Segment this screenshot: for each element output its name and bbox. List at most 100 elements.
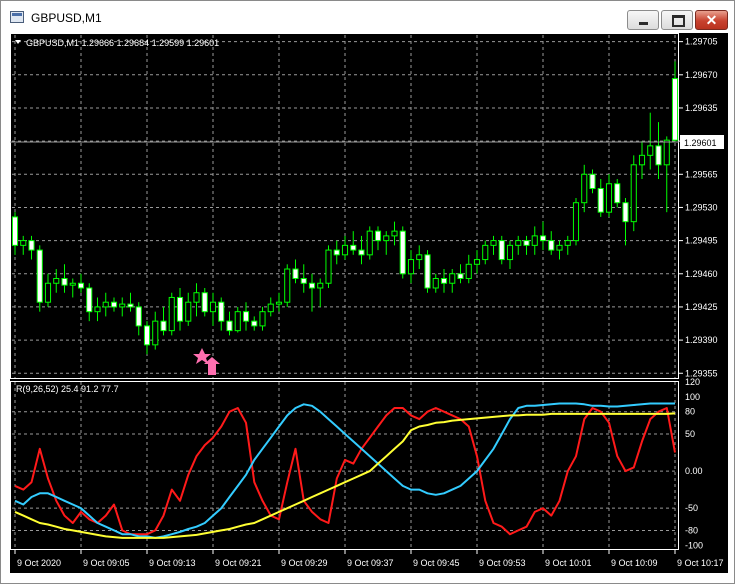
indicator-level-label: 80 <box>685 407 695 417</box>
candle <box>399 226 406 279</box>
bear-candle-body <box>36 249 43 303</box>
time-label: 9 Oct 09:13 <box>149 558 196 568</box>
bull-candle-body <box>465 263 472 280</box>
bear-candle-body <box>399 230 406 275</box>
bull-candle-body <box>44 282 52 303</box>
bear-candle-body <box>333 249 340 256</box>
bear-candle-body <box>589 173 596 189</box>
bear-candle-body <box>218 301 225 322</box>
current-price-label: 1.29601 <box>684 138 717 148</box>
bull-candle-body <box>341 244 349 256</box>
minimize-button[interactable] <box>627 10 659 30</box>
candle <box>572 197 580 246</box>
bull-candle-body <box>53 278 60 284</box>
candle <box>630 155 637 232</box>
candle <box>201 287 208 317</box>
price-label: 1.29530 <box>685 202 718 212</box>
indicator-level-label: -50 <box>685 503 698 513</box>
bull-candle-body <box>638 154 646 166</box>
bear-candle-body <box>440 278 448 284</box>
bear-candle-body <box>671 78 679 141</box>
chart-background <box>10 33 728 573</box>
candle <box>168 292 175 336</box>
bear-candle-body <box>358 249 365 256</box>
bull-candle-body <box>564 240 571 246</box>
bear-candle-body <box>251 320 258 327</box>
bear-candle-body <box>135 306 142 327</box>
price-label: 1.29460 <box>685 269 718 279</box>
candle <box>36 245 43 312</box>
candle <box>498 235 505 265</box>
bull-candle-body <box>581 173 588 204</box>
bull-candle-body <box>515 240 522 246</box>
bear-candle-body <box>300 278 307 284</box>
bull-candle-body <box>506 244 514 261</box>
title-bar[interactable]: GBPUSD,M1 ✕ <box>1 1 734 33</box>
close-button[interactable]: ✕ <box>695 10 728 30</box>
bear-candle-body <box>457 273 464 280</box>
bull-candle-body <box>449 273 456 284</box>
symbol-ohlc-line: GBPUSD,M1 1.29666 1.29684 1.29599 1.2960… <box>26 38 219 48</box>
bull-candle-body <box>234 311 241 332</box>
bear-candle-body <box>201 292 208 313</box>
bull-candle-body <box>275 301 283 305</box>
time-label: 9 Oct 09:53 <box>479 558 526 568</box>
bull-candle-body <box>185 301 192 322</box>
bull-candle-body <box>69 282 76 286</box>
bull-candle-body <box>119 303 126 308</box>
bear-candle-body <box>539 235 547 242</box>
bull-candle-body <box>647 145 654 156</box>
bear-candle-body <box>548 240 555 251</box>
price-label: 1.29565 <box>685 169 718 179</box>
indicator-label: R(9,26,52) 25.4 91.2 77.7 <box>16 384 119 394</box>
terminal-chart-window: GBPUSD,M1 ✕ 1.297051.296701.296351.29600… <box>0 0 735 584</box>
bull-candle-body <box>416 254 423 261</box>
bear-candle-body <box>498 240 505 261</box>
candle <box>325 245 332 288</box>
price-label: 1.29635 <box>685 103 718 113</box>
bear-candle-body <box>424 254 431 289</box>
indicator-level-label: -80 <box>685 525 698 535</box>
candle <box>614 179 621 208</box>
bull-candle-body <box>663 139 670 166</box>
bear-candle-body <box>176 296 184 322</box>
bull-candle-body <box>284 268 291 303</box>
bear-candle-body <box>614 183 621 204</box>
bear-candle-body <box>86 287 93 313</box>
bull-candle-body <box>259 311 266 327</box>
price-label: 1.29425 <box>685 302 718 312</box>
bear-candle-body <box>61 278 68 286</box>
bull-candle-body <box>407 259 415 275</box>
bear-candle-body <box>127 303 134 308</box>
bull-candle-body <box>102 301 109 308</box>
bull-candle-body <box>20 240 27 246</box>
bear-candle-body <box>292 268 299 280</box>
bull-candle-body <box>531 235 538 246</box>
chart-area[interactable]: 1.297051.296701.296351.296001.295651.295… <box>10 33 728 573</box>
time-label: 9 Oct 09:21 <box>215 558 262 568</box>
time-label: 9 Oct 09:05 <box>83 558 130 568</box>
bull-candle-body <box>391 230 398 237</box>
bear-candle-body <box>11 216 19 246</box>
time-label: 9 Oct 09:37 <box>347 558 394 568</box>
candle <box>366 226 373 260</box>
app-chart-icon <box>10 11 24 23</box>
bear-candle-body <box>523 240 530 246</box>
time-label: 9 Oct 10:17 <box>677 558 724 568</box>
bear-candle-body <box>77 282 85 289</box>
bull-candle-body <box>473 259 481 265</box>
indicator-level-label: 120 <box>685 377 700 387</box>
bull-candle-body <box>366 230 373 256</box>
bull-candle-body <box>383 235 390 242</box>
indicator-level-label: 100 <box>685 392 700 402</box>
time-label: 9 Oct 2020 <box>17 558 61 568</box>
indicator-level-label: 0.00 <box>685 466 703 476</box>
price-label: 1.29390 <box>685 335 718 345</box>
time-label: 9 Oct 10:01 <box>545 558 592 568</box>
bear-candle-body <box>226 320 233 332</box>
window-title: GBPUSD,M1 <box>31 11 102 25</box>
bull-candle-body <box>572 202 580 242</box>
close-icon: ✕ <box>705 12 718 28</box>
maximize-button[interactable] <box>661 10 693 30</box>
bull-candle-body <box>630 164 637 223</box>
